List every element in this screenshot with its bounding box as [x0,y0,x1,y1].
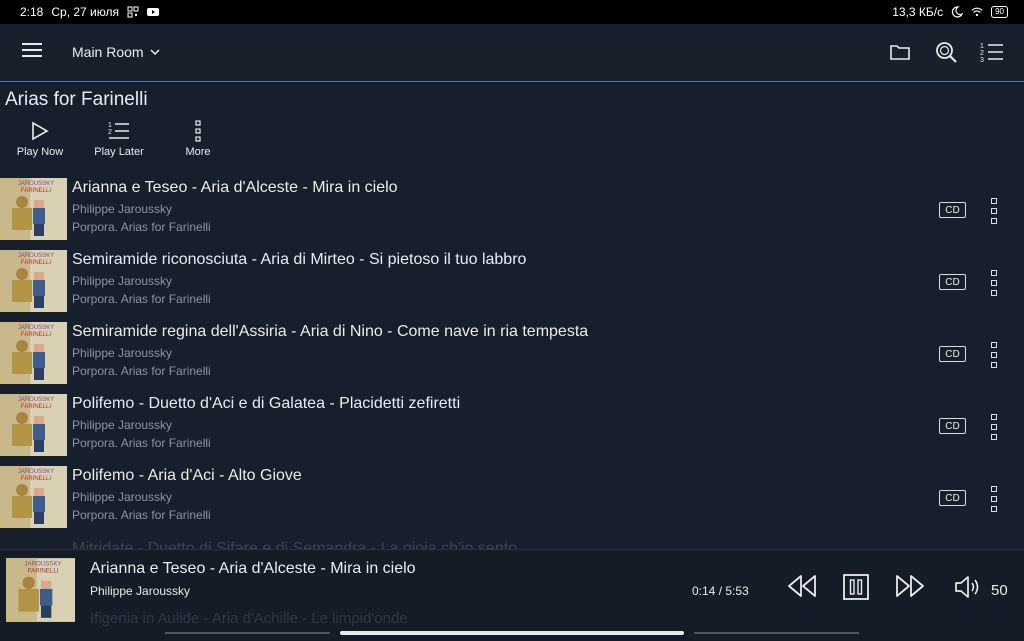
svg-text:2: 2 [980,50,984,57]
playback-time: 0:14 / 5:53 [692,584,749,598]
track-artist: Philippe Jaroussky [72,202,173,216]
svg-text:1: 1 [108,122,112,129]
volume-icon[interactable] [954,574,984,600]
cd-badge: CD [939,274,966,290]
partial-track-title: Ifigenia in Aulide - Aria d'Achille - Le… [90,610,408,627]
svg-text:FARINELLI: FARINELLI [21,188,51,194]
svg-text:FARINELLI: FARINELLI [21,404,51,410]
folder-icon[interactable] [888,40,912,64]
cd-badge: CD [939,346,966,362]
svg-text:JAROUSSKY: JAROUSSKY [18,181,54,187]
album-cover: JAROUSSKYFARINELLI [0,394,67,456]
track-album: Porpora. Arias for Farinelli [72,436,211,450]
cd-badge: CD [939,418,966,434]
now-playing-bar: JAROUSSKY FARINELLI Ifigenia in Aulide - … [0,549,1024,641]
room-name: Main Room [72,44,144,60]
next-icon[interactable] [895,574,925,598]
moon-icon [951,6,964,18]
track-album: Porpora. Arias for Farinelli [72,292,211,306]
track-more-icon[interactable] [991,198,999,224]
play-icon [32,121,49,141]
svg-text:3: 3 [980,57,984,64]
chevron-down-icon [150,49,160,55]
track-more-icon[interactable] [991,270,999,296]
room-selector[interactable]: Main Room [72,44,160,60]
track-more-icon[interactable] [991,414,999,440]
status-time: 2:18 [20,5,44,19]
track-title: Polifemo - Duetto d'Aci e di Galatea - P… [72,395,461,412]
svg-text:2: 2 [108,129,112,136]
more-button[interactable]: More [159,120,237,158]
list-item[interactable]: JAROUSSKY FARINELLI Semiramide regina del… [0,320,1024,384]
youtube-icon [147,8,159,16]
list-item[interactable]: JAROUSSKY FARINELLI Arianna e Teseo - Ari… [0,176,1024,240]
track-artist: Philippe Jaroussky [72,418,173,432]
volume-level[interactable]: 50 [991,582,1008,599]
svg-text:FARINELLI: FARINELLI [21,260,51,266]
status-bar: 2:18 Ср, 27 июля 13,3 КБ/с 90 [0,0,1024,24]
qr-icon [127,6,139,18]
track-artist: Philippe Jaroussky [72,490,173,504]
svg-text:JAROUSSKY: JAROUSSKY [18,325,54,331]
previous-icon[interactable] [787,574,817,598]
track-artist: Philippe Jaroussky [72,274,173,288]
app-bar: Main Room 123 [0,24,1024,82]
queue-add-icon: 12 [108,122,129,139]
play-now-button[interactable]: Play Now [1,120,79,158]
list-item[interactable]: JAROUSSKY FARINELLI Polifemo - Duetto d'A… [0,392,1024,456]
track-title: Arianna e Teseo - Aria d'Alceste - Mira … [72,179,398,196]
status-date: Ср, 27 июля [51,5,119,19]
svg-text:JAROUSSKY: JAROUSSKY [24,560,61,567]
svg-text:JAROUSSKY: JAROUSSKY [18,469,54,475]
album-cover: JAROUSSKYFARINELLI [0,250,67,312]
track-title: Polifemo - Aria d'Aci - Alto Giove [72,467,302,484]
play-now-label: Play Now [16,146,64,158]
cd-badge: CD [939,202,966,218]
track-album: Porpora. Arias for Farinelli [72,364,211,378]
pause-icon[interactable] [843,574,869,600]
battery-icon: 90 [991,6,1008,18]
track-title: Semiramide riconosciuta - Aria di Mirteo… [72,251,527,268]
now-playing-artist: Philippe Jaroussky [90,584,191,598]
track-more-icon[interactable] [991,486,999,512]
track-artist: Philippe Jaroussky [72,346,173,360]
album-cover: JAROUSSKYFARINELLI [0,466,67,528]
album-cover: JAROUSSKYFARINELLI [0,322,67,384]
track-more-icon[interactable] [991,342,999,368]
more-label: More [185,146,211,158]
queue-icon[interactable]: 123 [980,40,1004,64]
play-later-label: Play Later [94,146,144,158]
track-album: Porpora. Arias for Farinelli [72,508,211,522]
gesture-hint-right [694,632,859,634]
play-later-button[interactable]: 12 Play Later [80,120,158,158]
svg-text:JAROUSSKY: JAROUSSKY [18,397,54,403]
album-cover: JAROUSSKYFARINELLI [0,178,67,240]
track-album: Porpora. Arias for Farinelli [72,220,211,234]
wifi-icon [971,7,983,17]
svg-text:FARINELLI: FARINELLI [28,567,59,574]
list-item[interactable]: JAROUSSKY FARINELLI Semiramide riconosciu… [0,248,1024,312]
svg-text:JAROUSSKY: JAROUSSKY [18,253,54,259]
cd-badge: CD [939,490,966,506]
home-indicator[interactable] [340,631,684,635]
now-playing-title[interactable]: Arianna e Teseo - Aria d'Alceste - Mira … [90,560,416,578]
search-icon[interactable] [934,40,958,64]
track-title: Semiramide regina dell'Assiria - Aria di… [72,323,589,340]
menu-icon[interactable] [22,43,42,59]
network-speed: 13,3 КБ/с [892,5,944,19]
gesture-hint-left [165,632,330,634]
svg-text:FARINELLI: FARINELLI [21,476,51,482]
page-title: Arias for Farinelli [5,89,148,110]
svg-text:FARINELLI: FARINELLI [21,332,51,338]
more-icon [195,120,201,142]
now-playing-cover[interactable]: JAROUSSKYFARINELLI [6,558,75,622]
list-item[interactable]: JAROUSSKY FARINELLI Polifemo - Aria d'Aci… [0,464,1024,528]
svg-text:1: 1 [980,43,984,50]
